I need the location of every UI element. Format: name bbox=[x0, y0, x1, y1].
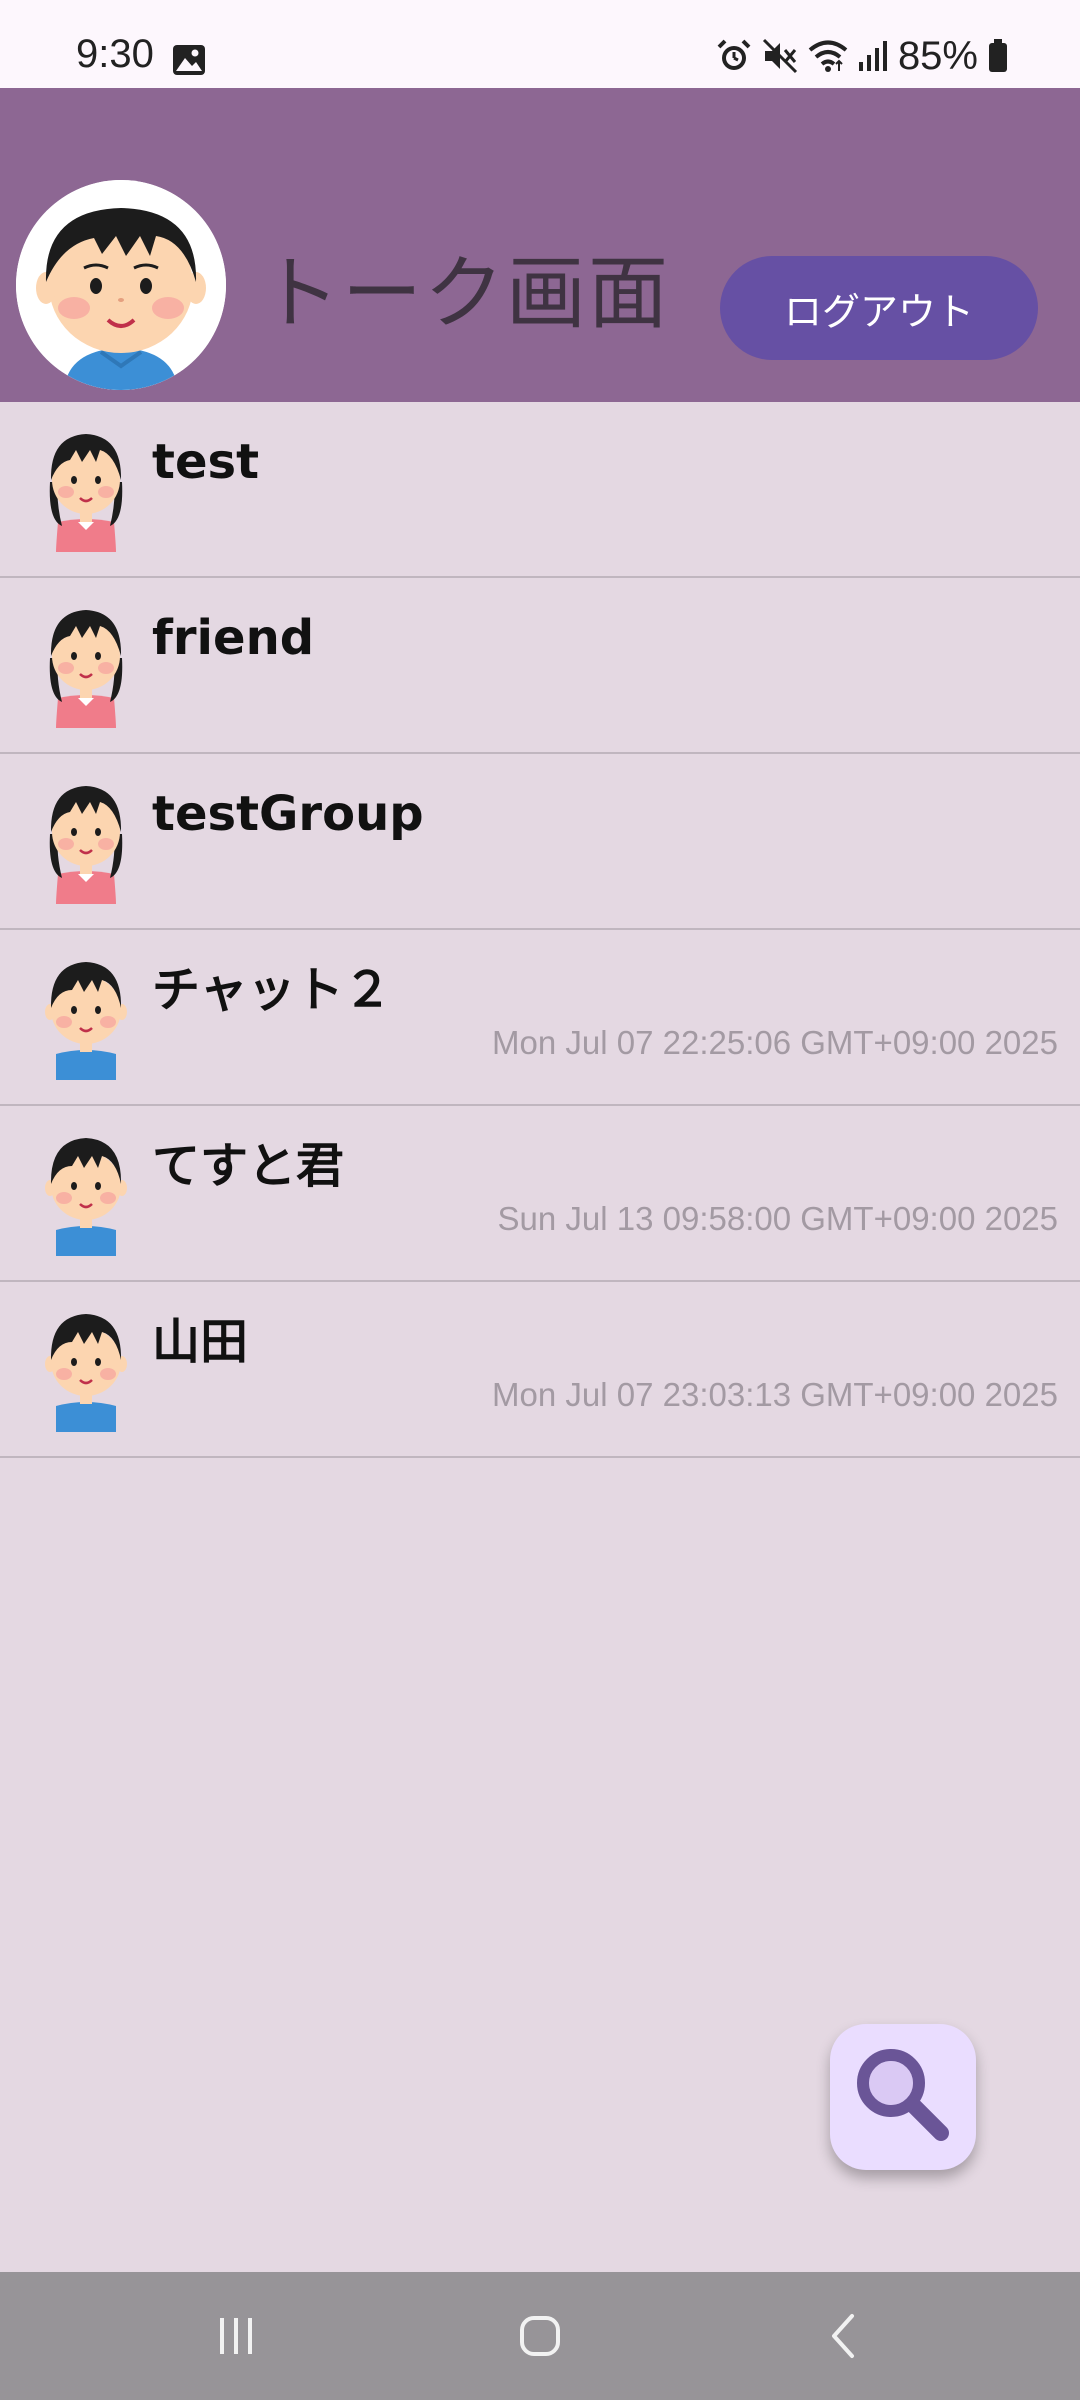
boy-avatar-icon bbox=[45, 1314, 127, 1432]
status-icons: 85% bbox=[716, 36, 1008, 76]
alarm-icon bbox=[717, 39, 751, 70]
battery-percent: 85% bbox=[897, 34, 978, 78]
boy-avatar-icon bbox=[45, 962, 127, 1080]
page-title: トーク画面 bbox=[260, 247, 670, 340]
status-bar: 9:30 85% bbox=[0, 0, 1080, 88]
signal-icon bbox=[858, 41, 887, 71]
chat-name: friend bbox=[152, 610, 315, 666]
boy-avatar-icon bbox=[16, 180, 226, 390]
chat-list-item[interactable]: testGroup bbox=[0, 754, 1080, 930]
chat-list-item[interactable]: test bbox=[0, 402, 1080, 578]
navigation-bar bbox=[0, 2272, 1080, 2400]
recents-icon bbox=[220, 2318, 252, 2354]
search-icon bbox=[857, 2049, 949, 2141]
wifi-icon bbox=[808, 40, 848, 72]
mute-icon bbox=[762, 38, 797, 74]
chat-name: testGroup bbox=[152, 786, 424, 842]
status-time: 9:30 bbox=[76, 32, 154, 76]
chat-list-item[interactable]: friend bbox=[0, 578, 1080, 754]
back-icon bbox=[832, 2314, 854, 2358]
chat-timestamp: Mon Jul 07 23:03:13 GMT+09:00 2025 bbox=[492, 1376, 1058, 1413]
girl-avatar-icon bbox=[49, 610, 123, 728]
girl-avatar-icon bbox=[49, 434, 123, 552]
recents-button[interactable] bbox=[156, 2272, 316, 2400]
logout-button[interactable]: ログアウト bbox=[720, 256, 1038, 360]
app-header: トーク画面 ログアウト bbox=[0, 88, 1080, 402]
girl-avatar-icon bbox=[49, 786, 123, 904]
chat-list-item[interactable]: てすと君 Sun Jul 13 09:58:00 GMT+09:00 2025 bbox=[0, 1106, 1080, 1282]
home-button[interactable] bbox=[460, 2272, 620, 2400]
chat-name: チャット２ bbox=[152, 962, 392, 1018]
chat-list-item[interactable]: 山田 Mon Jul 07 23:03:13 GMT+09:00 2025 bbox=[0, 1282, 1080, 1458]
chat-name: 山田 bbox=[152, 1314, 249, 1370]
image-icon bbox=[173, 45, 205, 75]
search-button[interactable] bbox=[830, 2024, 976, 2170]
battery-icon bbox=[989, 39, 1007, 72]
chat-name: てすと君 bbox=[152, 1138, 345, 1194]
chat-timestamp: Mon Jul 07 22:25:06 GMT+09:00 2025 bbox=[492, 1024, 1058, 1061]
user-avatar[interactable] bbox=[16, 180, 226, 390]
chat-name: test bbox=[152, 434, 260, 490]
chat-list-item[interactable]: チャット２ Mon Jul 07 22:25:06 GMT+09:00 2025 bbox=[0, 930, 1080, 1106]
home-icon bbox=[520, 2316, 560, 2356]
boy-avatar-icon bbox=[45, 1138, 127, 1256]
back-button[interactable] bbox=[764, 2272, 924, 2400]
chat-list: test friend testGroup チャット２ Mon Jul 07 2… bbox=[0, 402, 1080, 1458]
chat-timestamp: Sun Jul 13 09:58:00 GMT+09:00 2025 bbox=[497, 1200, 1058, 1237]
